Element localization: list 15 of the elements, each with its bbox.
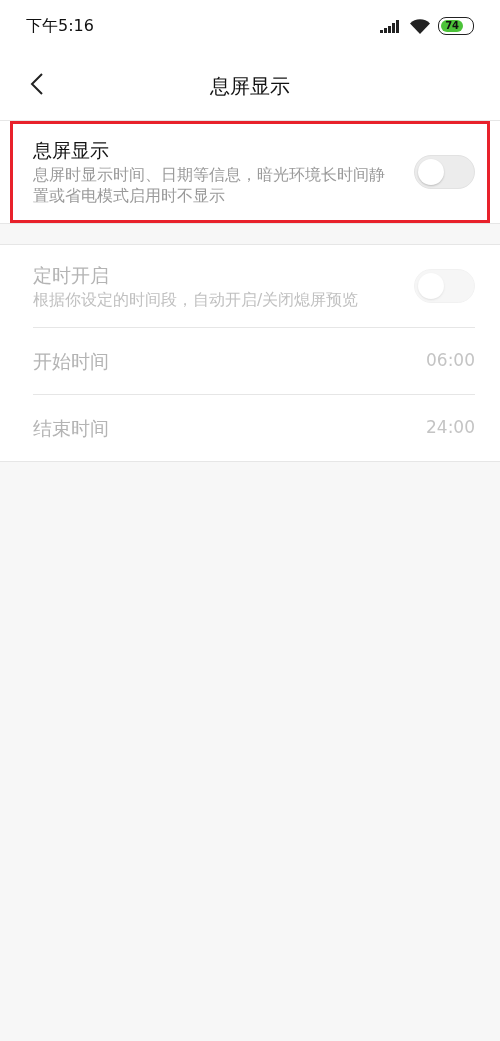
setting-description: 息屏时显示时间、日期等信息，暗光环境长时间静置或省电模式启用时不显示 — [33, 164, 386, 208]
wifi-icon — [410, 18, 430, 34]
status-time: 下午5:16 — [26, 15, 94, 37]
setting-description: 根据你设定的时间段，自动开启/关闭熄屏预览 — [33, 289, 360, 311]
setting-title: 开始时间 — [33, 348, 110, 374]
setting-value: 06:00 — [426, 349, 475, 373]
toggle-switch[interactable] — [414, 155, 475, 189]
setting-title: 定时开启 — [33, 263, 110, 289]
page-title: 息屏显示 — [210, 73, 290, 100]
signal-icon — [380, 19, 402, 33]
setting-title: 息屏显示 — [33, 138, 110, 164]
setting-title: 结束时间 — [33, 415, 110, 441]
setting-value: 24:00 — [426, 416, 475, 440]
battery-icon: 74 — [438, 17, 474, 35]
back-icon[interactable] — [30, 72, 44, 96]
